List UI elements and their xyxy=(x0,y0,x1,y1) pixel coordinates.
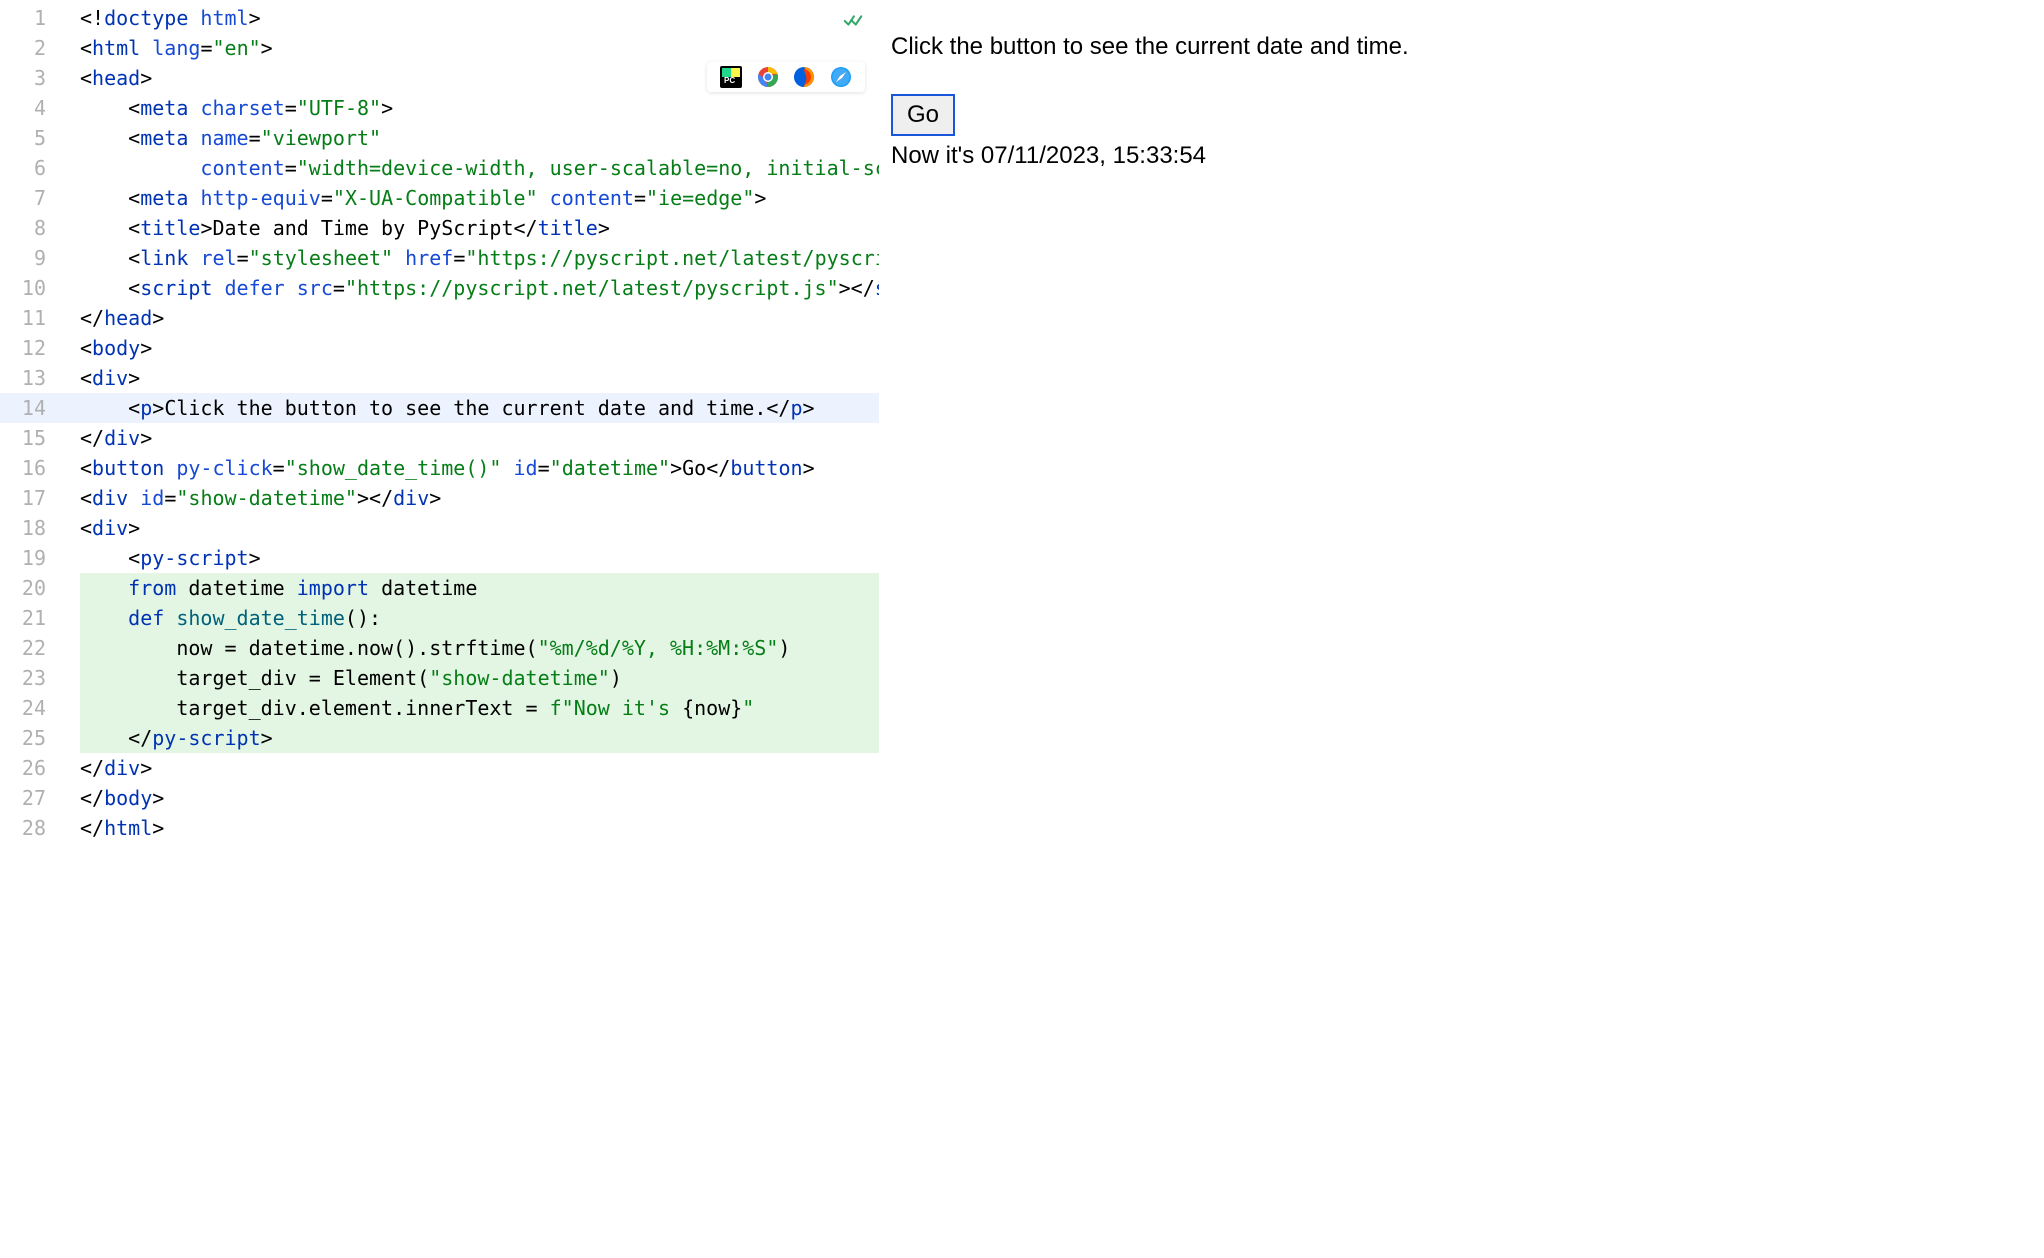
line-number: 8 xyxy=(0,213,46,243)
code-line[interactable]: target_div.element.innerText = f"Now it'… xyxy=(80,693,879,723)
line-number: 21 xyxy=(0,603,46,633)
datetime-result-text: Now it's 07/11/2023, 15:33:54 xyxy=(891,142,2024,170)
line-number: 6 xyxy=(0,153,46,183)
code-line[interactable]: </py-script> xyxy=(80,723,879,753)
line-number: 24 xyxy=(0,693,46,723)
line-number: 18 xyxy=(0,513,46,543)
line-number: 15 xyxy=(0,423,46,453)
code-line[interactable]: <meta name="viewport" xyxy=(80,123,879,153)
line-number: 2 xyxy=(0,33,46,63)
browser-preview-pane: Click the button to see the current date… xyxy=(879,0,2044,1258)
line-number: 16 xyxy=(0,453,46,483)
go-button[interactable]: Go xyxy=(891,94,955,136)
code-line[interactable]: </div> xyxy=(80,753,879,783)
code-line[interactable]: <div id="show-datetime"></div> xyxy=(80,483,879,513)
line-number: 28 xyxy=(0,813,46,843)
line-number: 13 xyxy=(0,363,46,393)
line-number: 9 xyxy=(0,243,46,273)
code-line[interactable]: <html lang="en"> xyxy=(80,33,879,63)
instruction-paragraph: Click the button to see the current date… xyxy=(891,30,2024,64)
code-line[interactable]: now = datetime.now().strftime("%m/%d/%Y,… xyxy=(80,633,879,663)
code-line[interactable]: </body> xyxy=(80,783,879,813)
line-number: 26 xyxy=(0,753,46,783)
code-line[interactable]: <p>Click the button to see the current d… xyxy=(80,393,879,423)
line-number: 19 xyxy=(0,543,46,573)
line-number: 22 xyxy=(0,633,46,663)
code-line[interactable]: <py-script> xyxy=(80,543,879,573)
line-number: 11 xyxy=(0,303,46,333)
line-number-gutter: 1234567891011121314151617181920212223242… xyxy=(0,0,56,1258)
line-number: 17 xyxy=(0,483,46,513)
code-line[interactable]: <title>Date and Time by PyScript</title> xyxy=(80,213,879,243)
code-line[interactable]: <meta http-equiv="X-UA-Compatible" conte… xyxy=(80,183,879,213)
code-line[interactable]: <!doctype html> xyxy=(80,3,879,33)
code-line[interactable]: <script defer src="https://pyscript.net/… xyxy=(80,273,879,303)
code-line[interactable]: </div> xyxy=(80,423,879,453)
line-number: 4 xyxy=(0,93,46,123)
line-number: 1 xyxy=(0,3,46,33)
line-number: 3 xyxy=(0,63,46,93)
code-line[interactable]: <body> xyxy=(80,333,879,363)
code-line[interactable]: <head> xyxy=(80,63,879,93)
line-number: 5 xyxy=(0,123,46,153)
code-line[interactable]: target_div = Element("show-datetime") xyxy=(80,663,879,693)
code-editor-pane: 1234567891011121314151617181920212223242… xyxy=(0,0,879,1258)
code-line[interactable]: <button py-click="show_date_time()" id="… xyxy=(80,453,879,483)
code-line[interactable]: </head> xyxy=(80,303,879,333)
code-line[interactable]: <link rel="stylesheet" href="https://pys… xyxy=(80,243,879,273)
code-area[interactable]: <!doctype html><html lang="en"><head> <m… xyxy=(56,0,879,1258)
code-line[interactable]: from datetime import datetime xyxy=(80,573,879,603)
code-line[interactable]: <div> xyxy=(80,363,879,393)
line-number: 27 xyxy=(0,783,46,813)
code-line[interactable]: </html> xyxy=(80,813,879,843)
line-number: 12 xyxy=(0,333,46,363)
line-number: 10 xyxy=(0,273,46,303)
code-line[interactable]: def show_date_time(): xyxy=(80,603,879,633)
line-number: 25 xyxy=(0,723,46,753)
line-number: 14 xyxy=(0,393,46,423)
code-line[interactable]: <meta charset="UTF-8"> xyxy=(80,93,879,123)
line-number: 7 xyxy=(0,183,46,213)
code-line[interactable]: <div> xyxy=(80,513,879,543)
code-line[interactable]: content="width=device-width, user-scalab… xyxy=(80,153,879,183)
line-number: 23 xyxy=(0,663,46,693)
line-number: 20 xyxy=(0,573,46,603)
